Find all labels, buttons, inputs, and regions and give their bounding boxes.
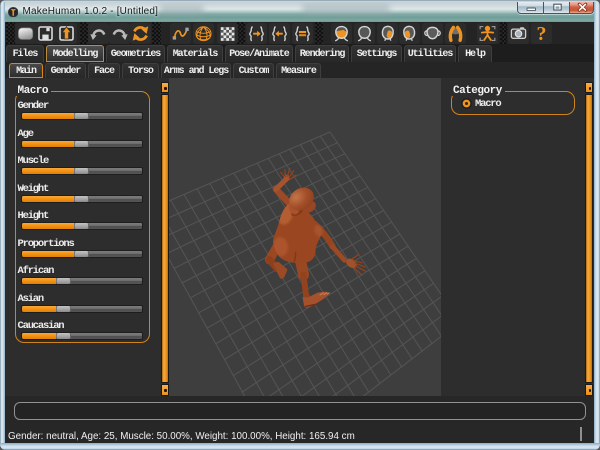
svg-text:?: ? (537, 23, 547, 44)
